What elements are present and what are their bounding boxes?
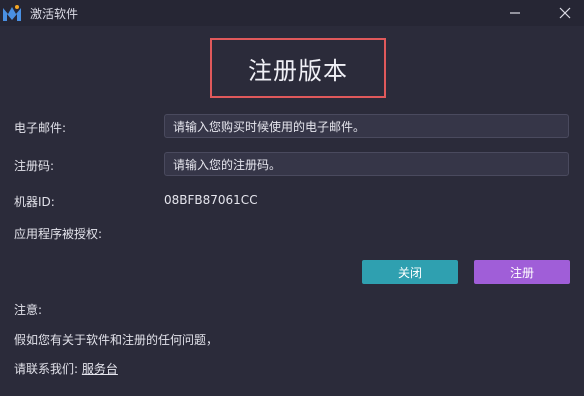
title-bar: 激活软件 <box>0 0 584 26</box>
registration-header-box: 注册版本 <box>210 38 386 98</box>
window-title: 激活软件 <box>30 7 79 21</box>
notice-text: 假如您有关于软件和注册的任何问题， <box>14 333 219 347</box>
email-placeholder: 请输入您购买时候使用的电子邮件。 <box>173 119 366 134</box>
registration-code-label: 注册码: <box>14 159 55 173</box>
app-logo-icon <box>3 5 21 21</box>
registration-code-placeholder: 请输入您的注册码。 <box>173 157 282 172</box>
machine-id-value: 08BFB87061CC <box>164 193 258 207</box>
email-field[interactable]: 请输入您购买时候使用的电子邮件。 <box>164 114 569 138</box>
help-desk-link[interactable]: 服务台 <box>82 362 118 376</box>
minimize-icon <box>510 12 520 14</box>
machine-id-label: 机器ID: <box>14 195 55 209</box>
registration-code-field[interactable]: 请输入您的注册码。 <box>164 152 569 176</box>
window-close-button[interactable] <box>548 0 582 26</box>
page-title: 注册版本 <box>248 56 348 85</box>
close-button[interactable]: 关闭 <box>362 260 458 284</box>
minimize-button[interactable] <box>498 0 532 26</box>
notice-title: 注意: <box>14 303 43 317</box>
contact-line: 请联系我们: 服务台 <box>14 360 118 377</box>
close-icon <box>559 7 571 19</box>
register-button[interactable]: 注册 <box>474 260 570 284</box>
contact-prefix: 请联系我们: <box>14 362 79 376</box>
licensed-to-label: 应用程序被授权: <box>14 227 103 241</box>
email-label: 电子邮件: <box>14 121 67 135</box>
